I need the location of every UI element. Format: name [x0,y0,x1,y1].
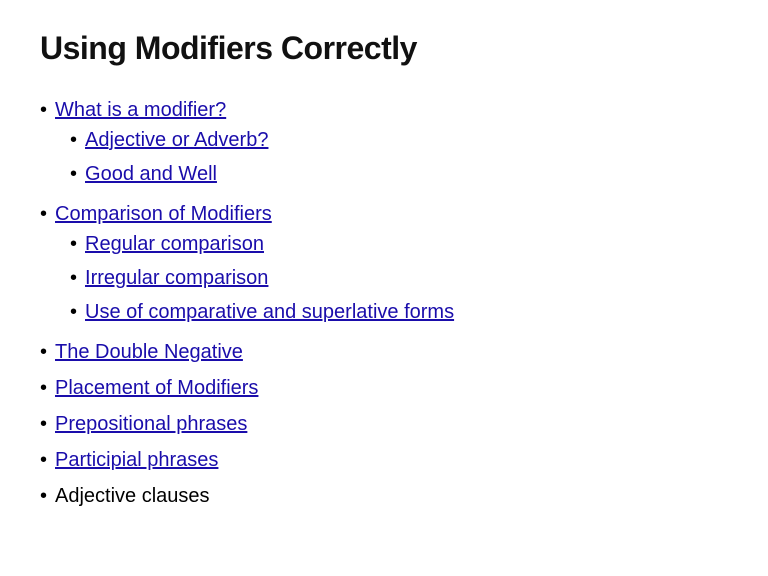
bullet-icon: • [40,337,47,367]
list-item: • Placement of Modifiers [40,373,728,403]
list-item: • Participial phrases [40,445,728,475]
sub-list: • Regular comparison • Irregular compari… [70,229,454,331]
bullet-icon: • [70,159,77,189]
bullet-icon: • [70,297,77,327]
list-item: • Good and Well [70,159,268,189]
bullet-icon: • [40,95,47,125]
page-title: Using Modifiers Correctly [40,30,728,67]
main-nav-list: • What is a modifier? • Adjective or Adv… [40,95,728,511]
list-item: • Prepositional phrases [40,409,728,439]
bullet-icon: • [70,263,77,293]
list-item: • Comparison of Modifiers • Regular comp… [40,199,728,331]
nav-link-use-of-comparative[interactable]: Use of comparative and superlative forms [85,297,454,327]
list-item: • Adjective or Adverb? [70,125,268,155]
bullet-icon: • [40,373,47,403]
list-item: • Use of comparative and superlative for… [70,297,454,327]
nav-link-prepositional-phrases[interactable]: Prepositional phrases [55,409,247,439]
list-item: • Adjective clauses [40,481,728,511]
bullet-icon: • [40,481,47,511]
bullet-icon: • [40,199,47,229]
nav-link-what-is-modifier[interactable]: What is a modifier? [55,95,226,125]
list-item: • What is a modifier? • Adjective or Adv… [40,95,728,193]
nav-text-adjective-clauses: Adjective clauses [55,481,210,511]
list-item: • Regular comparison [70,229,454,259]
sub-list: • Adjective or Adverb? • Good and Well [70,125,268,193]
bullet-icon: • [40,445,47,475]
bullet-icon: • [40,409,47,439]
list-item: • The Double Negative [40,337,728,367]
nav-link-regular-comparison[interactable]: Regular comparison [85,229,264,259]
bullet-icon: • [70,229,77,259]
nav-link-good-and-well[interactable]: Good and Well [85,159,217,189]
nav-link-participial-phrases[interactable]: Participial phrases [55,445,218,475]
list-item: • Irregular comparison [70,263,454,293]
nav-link-irregular-comparison[interactable]: Irregular comparison [85,263,268,293]
nav-link-comparison-of-modifiers[interactable]: Comparison of Modifiers [55,199,272,229]
nav-link-adjective-or-adverb[interactable]: Adjective or Adverb? [85,125,268,155]
nav-link-placement-of-modifiers[interactable]: Placement of Modifiers [55,373,258,403]
nav-link-double-negative[interactable]: The Double Negative [55,337,243,367]
bullet-icon: • [70,125,77,155]
